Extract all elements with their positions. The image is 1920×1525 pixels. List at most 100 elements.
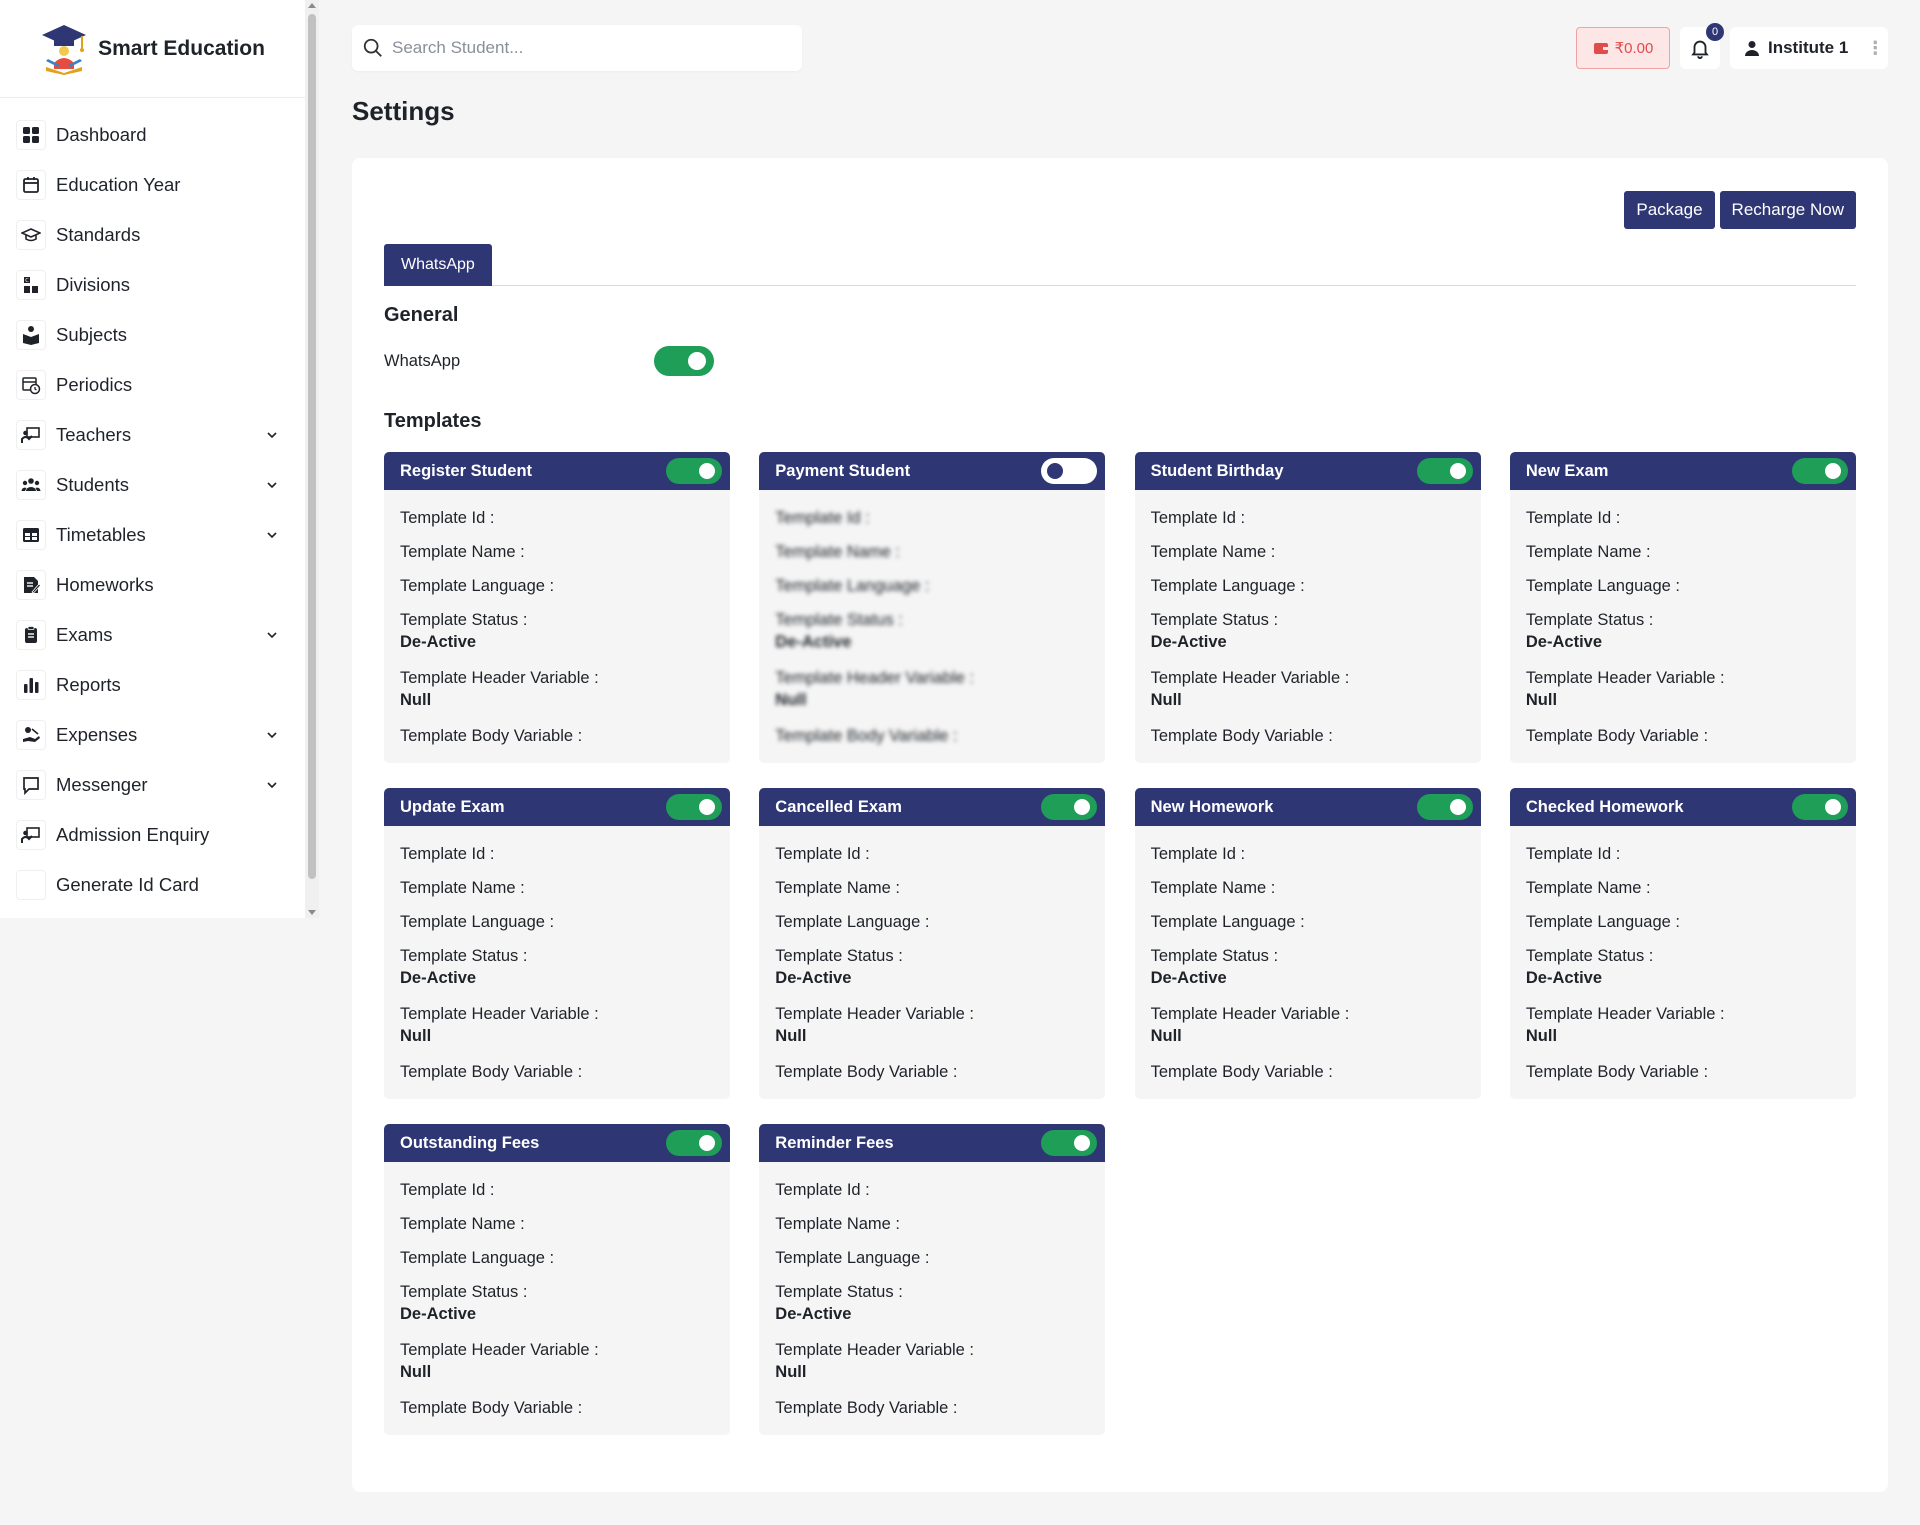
homework-icon: [16, 570, 46, 600]
template-toggle[interactable]: [666, 458, 722, 484]
sidebar-item-timetables[interactable]: Timetables: [0, 510, 305, 560]
template-toggle[interactable]: [1041, 794, 1098, 820]
template-status-label: Template Status :: [1150, 611, 1279, 629]
scroll-up-icon[interactable]: [308, 3, 316, 8]
sidebar-item-periodics[interactable]: Periodics: [0, 360, 305, 410]
template-card-header: Payment Student: [759, 452, 1106, 490]
template-toggle[interactable]: [1041, 458, 1098, 484]
sidebar-item-expenses[interactable]: Expenses: [0, 710, 305, 760]
template-id-label: Template Id :: [1150, 509, 1246, 527]
whatsapp-toggle[interactable]: [654, 346, 714, 376]
template-name-label: Template Name :: [400, 879, 525, 897]
more-vertical-icon[interactable]: ⋮: [1866, 39, 1884, 57]
search-input[interactable]: [392, 38, 752, 58]
template-body-variable-label: Template Body Variable :: [400, 727, 583, 745]
template-toggle[interactable]: [1791, 794, 1848, 820]
template-toggle[interactable]: [666, 794, 722, 820]
sidebar-item-standards[interactable]: Standards: [0, 210, 305, 260]
template-card-body: Template Id : Template Name : Template Lan…: [1510, 490, 1856, 760]
toggle-knob: [1824, 463, 1841, 479]
template-card-title: Reminder Fees: [775, 1133, 894, 1152]
template-header-variable-field: Template Header Variable : Null: [775, 668, 1089, 726]
template-status-field: Template Status : De-Active: [400, 946, 714, 1004]
template-status-label: Template Status :: [1525, 947, 1654, 965]
scroll-down-icon[interactable]: [308, 910, 316, 915]
toggle-knob: [699, 463, 715, 479]
page-title: Settings: [352, 96, 455, 126]
sidebar-item-divisions[interactable]: C Divisions: [0, 260, 305, 310]
template-card-header: New Homework: [1134, 788, 1481, 826]
sidebar-item-reports[interactable]: Reports: [0, 660, 305, 710]
templates-grid: Register Student Template Id : Template Na…: [384, 452, 1856, 1435]
template-language-label: Template Language :: [400, 1249, 555, 1267]
sidebar-item-generate-id-card[interactable]: Generate Id Card: [0, 860, 305, 910]
brand[interactable]: Smart Education: [0, 0, 305, 98]
template-body-variable-label: Template Body Variable :: [1150, 727, 1333, 745]
toggle-knob: [1074, 1135, 1091, 1151]
template-header-variable-value: Null: [775, 691, 807, 709]
chevron-down-icon: [267, 532, 277, 539]
sidebar-item-exams[interactable]: Exams: [0, 610, 305, 660]
sidebar-item-admission-enquiry[interactable]: Admission Enquiry: [0, 810, 305, 860]
user-menu[interactable]: Institute 1 ⋮: [1730, 27, 1888, 69]
sidebar-item-subjects[interactable]: Subjects: [0, 310, 305, 360]
sidebar-item-label: Timetables: [56, 524, 146, 545]
toggle-knob: [688, 352, 706, 370]
template-toggle[interactable]: [1791, 458, 1848, 484]
template-status-field: Template Status : De-Active: [1151, 610, 1465, 668]
template-language-label: Template Language :: [1150, 577, 1305, 595]
template-card-body: Template Id : Template Name : Template Lan…: [1135, 490, 1481, 760]
template-header-variable-label: Template Header Variable :: [400, 1005, 599, 1023]
notifications-button[interactable]: 0: [1680, 23, 1724, 69]
package-button[interactable]: Package: [1624, 191, 1715, 229]
sidebar-item-homeworks[interactable]: Homeworks: [0, 560, 305, 610]
toggle-knob: [1824, 799, 1841, 815]
template-status-field: Template Status : De-Active: [1526, 946, 1840, 1004]
template-header-variable-label: Template Header Variable :: [1150, 1005, 1350, 1023]
tab-bar: WhatsApp: [384, 244, 1856, 286]
template-language-label: Template Language :: [1525, 913, 1681, 931]
template-toggle[interactable]: [1416, 458, 1473, 484]
notification-count-badge: 0: [1706, 23, 1724, 41]
template-header-variable-value: Null: [775, 1363, 807, 1381]
tab-whatsapp[interactable]: WhatsApp: [384, 244, 492, 286]
template-name-label: Template Name :: [400, 543, 525, 561]
search-box[interactable]: [352, 25, 802, 71]
user-name: Institute 1: [1768, 38, 1849, 57]
sidebar-item-dashboard[interactable]: Dashboard: [0, 110, 305, 160]
template-card-title: Outstanding Fees: [400, 1133, 540, 1152]
template-status-field: Template Status : De-Active: [1526, 610, 1840, 668]
toggle-knob: [1449, 799, 1466, 815]
recharge-now-button[interactable]: Recharge Now: [1719, 191, 1856, 229]
toggle-knob: [1449, 463, 1466, 479]
sidebar-item-label: Reports: [56, 674, 121, 695]
template-id-label: Template Id :: [775, 509, 870, 527]
template-language-label: Template Language :: [775, 913, 930, 931]
template-status-value: De-Active: [775, 633, 852, 651]
calendar-clock-icon: [16, 370, 46, 400]
scroll-thumb[interactable]: [308, 14, 316, 879]
graduation-logo-icon: [42, 24, 87, 75]
template-header-variable-field: Template Header Variable : Null: [400, 668, 714, 726]
template-header-variable-value: Null: [1150, 1027, 1182, 1045]
sidebar-scrollbar[interactable]: [305, 0, 319, 918]
template-toggle[interactable]: [666, 1130, 722, 1156]
template-id-label: Template Id :: [1525, 509, 1621, 527]
template-header-variable-field: Template Header Variable : Null: [1151, 1004, 1465, 1062]
template-status-value: De-Active: [1150, 969, 1227, 987]
sidebar-item-messenger[interactable]: Messenger: [0, 760, 305, 810]
template-name-label: Template Name :: [1525, 879, 1651, 897]
template-status-label: Template Status :: [1525, 611, 1654, 629]
general-section-title: General: [384, 304, 459, 326]
sidebar-item-education-year[interactable]: Education Year: [0, 160, 305, 210]
template-toggle[interactable]: [1416, 794, 1473, 820]
toggle-knob: [699, 1135, 715, 1151]
dashboard-icon: [16, 120, 46, 150]
sidebar-item-teachers[interactable]: Teachers: [0, 410, 305, 460]
template-header-variable-field: Template Header Variable : Null: [1526, 1004, 1840, 1062]
sidebar-item-label: Dashboard: [56, 124, 147, 145]
template-card-body: Template Id : Template Name : Template Lan…: [1135, 826, 1481, 1096]
wallet-balance-button[interactable]: ₹0.00: [1576, 27, 1670, 69]
sidebar-item-students[interactable]: Students: [0, 460, 305, 510]
template-toggle[interactable]: [1041, 1130, 1098, 1156]
